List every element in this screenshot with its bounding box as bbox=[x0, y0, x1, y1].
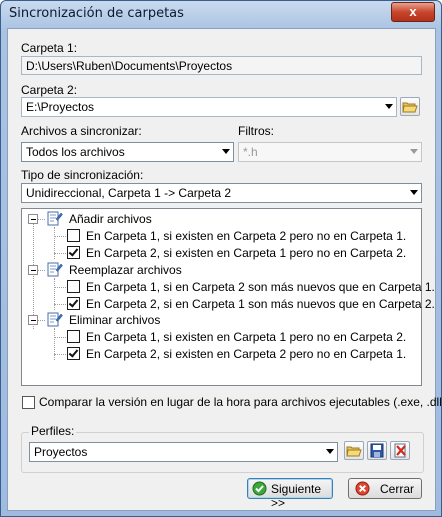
compare-version-checkbox[interactable] bbox=[22, 396, 35, 409]
tree-group-add[interactable]: Añadir archivos bbox=[69, 212, 152, 226]
profiles-label: Perfiles: bbox=[29, 424, 77, 438]
checkbox-add-folder2[interactable] bbox=[67, 246, 80, 259]
checkbox-replace-folder1[interactable] bbox=[67, 280, 80, 293]
next-button[interactable]: Siguiente >> bbox=[247, 478, 333, 510]
checkbox-replace-folder2[interactable] bbox=[67, 297, 80, 310]
tree-group-replace[interactable]: Reemplazar archivos bbox=[69, 263, 182, 277]
folder1-path-field[interactable]: D:\Users\Ruben\Documents\Proyectos bbox=[21, 56, 422, 75]
profiles-select-value: Proyectos bbox=[34, 445, 88, 459]
filters-select[interactable]: *.h bbox=[238, 142, 422, 162]
tree-group-delete[interactable]: Eliminar archivos bbox=[69, 313, 160, 327]
collapse-toggle[interactable] bbox=[28, 214, 38, 224]
dialog-window: Sincronización de carpetas x Carpeta 1: … bbox=[0, 0, 442, 517]
save-profile-button[interactable] bbox=[367, 441, 387, 460]
sync-type-label: Tipo de sincronización: bbox=[21, 168, 144, 182]
collapse-toggle[interactable] bbox=[28, 265, 38, 275]
filters-select-value: *.h bbox=[243, 145, 258, 159]
close-icon: x bbox=[409, 4, 417, 19]
checkbox-add-folder1[interactable] bbox=[67, 229, 80, 242]
delete-profile-button[interactable] bbox=[390, 441, 410, 460]
chevron-down-icon bbox=[326, 449, 334, 454]
folder1-label: Carpeta 1: bbox=[21, 41, 78, 55]
window-title: Sincronización de carpetas bbox=[9, 6, 184, 21]
open-profile-button[interactable] bbox=[344, 441, 364, 460]
folder2-path-combo[interactable]: E:\Proyectos bbox=[21, 97, 397, 117]
close-button[interactable]: Cerrar bbox=[348, 478, 422, 499]
folder2-path-value: E:\Proyectos bbox=[26, 100, 95, 114]
sync-task-icon bbox=[47, 312, 63, 327]
chevron-down-icon bbox=[410, 149, 418, 154]
open-folder-icon bbox=[402, 102, 418, 113]
tree-item-delete-folder1[interactable]: En Carpeta 1, si existen en Carpeta 1 pe… bbox=[86, 330, 406, 344]
profiles-select[interactable]: Proyectos bbox=[29, 442, 338, 462]
tree-item-add-folder2[interactable]: En Carpeta 2, si existen en Carpeta 1 pe… bbox=[86, 246, 406, 260]
cancel-icon bbox=[355, 481, 370, 496]
title-bar[interactable]: Sincronización de carpetas x bbox=[1, 1, 441, 28]
files-label: Archivos a sincronizar: bbox=[21, 124, 142, 138]
close-window-button[interactable]: x bbox=[391, 2, 435, 22]
chevron-down-icon bbox=[410, 190, 418, 195]
compare-version-label[interactable]: Comparar la versión en lugar de la hora … bbox=[39, 395, 441, 409]
tree-item-delete-folder2[interactable]: En Carpeta 2, si existen en Carpeta 2 pe… bbox=[86, 347, 406, 361]
tree-item-replace-folder2[interactable]: En Carpeta 2, si en Carpeta 1 son más nu… bbox=[86, 297, 435, 311]
checkbox-delete-folder1[interactable] bbox=[67, 330, 80, 343]
next-button-label: Siguiente >> bbox=[271, 482, 322, 510]
tree-item-replace-folder1[interactable]: En Carpeta 1, si en Carpeta 2 son más nu… bbox=[86, 280, 435, 294]
chevron-down-icon bbox=[222, 149, 230, 154]
checkbox-delete-folder2[interactable] bbox=[67, 347, 80, 360]
sync-type-select[interactable]: Unidireccional, Carpeta 1 -> Carpeta 2 bbox=[21, 183, 422, 203]
close-button-label: Cerrar bbox=[380, 482, 415, 496]
dialog-body: Carpeta 1: D:\Users\Ruben\Documents\Proy… bbox=[7, 28, 441, 511]
sync-task-icon bbox=[47, 262, 63, 277]
files-select[interactable]: Todos los archivos bbox=[21, 142, 234, 162]
browse-folder-button[interactable] bbox=[400, 97, 420, 116]
sync-options-tree[interactable]: Añadir archivos En Carpeta 1, si existen… bbox=[21, 208, 435, 386]
delete-icon bbox=[394, 443, 406, 458]
open-folder-icon bbox=[346, 446, 362, 457]
save-icon bbox=[370, 443, 384, 458]
folder2-label: Carpeta 2: bbox=[21, 83, 78, 97]
check-icon bbox=[252, 481, 267, 496]
collapse-toggle[interactable] bbox=[28, 315, 38, 325]
files-select-value: Todos los archivos bbox=[26, 145, 125, 159]
chevron-down-icon bbox=[385, 104, 393, 109]
filters-label: Filtros: bbox=[238, 124, 274, 138]
sync-type-value: Unidireccional, Carpeta 1 -> Carpeta 2 bbox=[26, 186, 232, 200]
tree-item-add-folder1[interactable]: En Carpeta 1, si existen en Carpeta 2 pe… bbox=[86, 229, 406, 243]
sync-task-icon bbox=[47, 211, 63, 226]
